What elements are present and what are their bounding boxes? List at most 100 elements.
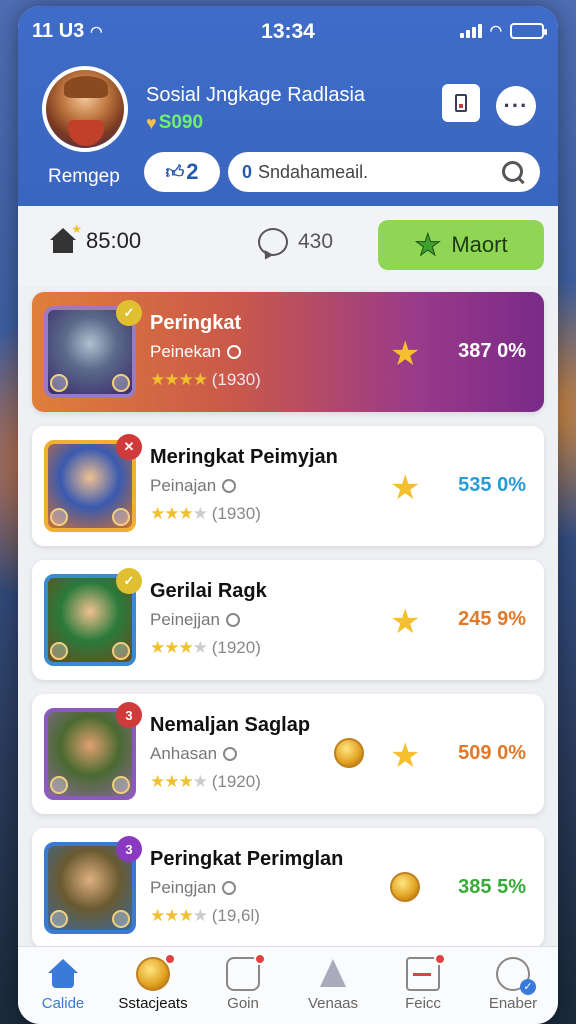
tab-calide[interactable]: Calide [18,947,108,1024]
page-title: Sosial Jngkage Radlasia [146,84,366,106]
card-percent: 245 9% [458,608,526,630]
wifi-icon: ◠ [489,22,502,38]
notification-dot [254,953,266,965]
star-icon: ★ [390,469,421,507]
info-icon[interactable] [225,613,240,627]
card-subtitle-text: Anhasan [150,744,218,763]
tab-sstacjeats[interactable]: Sstacjeats [108,947,198,1024]
bottom-tab-bar: Calide Sstacjeats Goin Venaas Feicc Enab… [18,946,558,1024]
stats-row: ★ 85:00 430 ★ Maort [18,206,558,286]
info-icon[interactable] [222,479,237,493]
card-percent: 535 0% [458,474,526,496]
search-bar[interactable]: 0 [228,152,540,192]
more-options-button[interactable]: ··· [496,86,536,126]
level-badge-button[interactable]: 👍︎ 2 [144,152,220,192]
thumbs-up-icon: 👍︎ [165,162,185,182]
character-thumbnail: 3 [44,836,142,934]
card-subtitle: Peingjan [150,878,237,898]
tab-venaas[interactable]: Venaas [288,947,378,1024]
tab-label: Calide [41,995,85,1012]
status-right: ◠ [459,22,547,39]
corner-icon [50,642,68,660]
info-icon[interactable] [222,881,237,895]
coin-balance: ♥ S090 [146,112,203,134]
card-subtitle: Anhasan [150,744,238,764]
info-icon[interactable] [223,747,238,761]
avatar[interactable] [42,66,128,152]
badge-icon: ✕ [116,434,142,460]
card-percent: 387 0% [458,340,526,362]
heart-icon: ♥ [146,112,157,133]
rating-stars-icon: ★★★★ [150,772,208,791]
card-subtitle-text: Peinekan [150,342,221,361]
character-thumbnail: 3 [44,702,142,800]
mark-button[interactable]: ★ Maort [378,220,544,270]
user-icon [496,957,536,995]
badge-icon: 3 [116,836,142,862]
list-item[interactable]: ✕ Meringkat Peimyjan Peinajan ★★★★ (1930… [32,426,544,546]
card-rating: ★★★★ (19,6l) [150,906,260,926]
tab-enaber[interactable]: Enaber [468,947,558,1024]
search-prefix: 0 [242,161,253,182]
rating-count: (1930) [211,370,261,389]
chat-icon [258,228,288,256]
header: 11 U3 ◠ 13:34 ◠ Sosial Jngkage Radlasia … [18,6,558,206]
list-item[interactable]: ✓ Gerilai Ragk Peinejjan ★★★★ (1920) ★ 2… [32,560,544,680]
mark-button-label: Maort [451,232,508,257]
rating-stars-icon: ★★★★ [150,504,208,523]
status-bar: 11 U3 ◠ 13:34 ◠ [18,20,558,44]
rating-count: (19,6l) [211,906,260,925]
corner-icon [112,374,130,392]
info-icon[interactable] [226,345,241,359]
corner-icon [50,776,68,794]
home-stat-value: 85:00 [86,228,142,253]
signal-icon [459,23,482,38]
messages-stat[interactable]: 430 [258,228,333,256]
coin-balance-value: S090 [158,112,204,133]
corner-icon [112,642,130,660]
coin-icon [334,738,364,768]
rating-stars-icon: ★★★★ [150,906,208,925]
rating-stars-icon: ★★★★ [150,638,208,657]
list-item[interactable]: 3 Peringkat Perimglan Peingjan ★★★★ (19,… [32,828,544,948]
card-subtitle: Peinajan [150,476,237,496]
search-icon[interactable] [500,159,526,185]
card-title: Meringkat Peimyjan [150,446,338,468]
tab-goin[interactable]: Goin [198,947,288,1024]
home-icon [46,957,80,991]
list-item[interactable]: ✓ Peringkat Peinekan ★★★★ (1930) ★ 387 0… [32,292,544,412]
card-rating: ★★★★ (1920) [150,772,261,792]
card-subtitle-text: Peinajan [150,476,217,495]
star-icon: ★ [390,335,421,373]
list-item[interactable]: 3 Nemaljan Saglap Anhasan ★★★★ (1920) ★ … [32,694,544,814]
tab-label: Goin [227,995,259,1012]
level-badge-value: 2 [186,159,199,184]
card-subtitle-text: Peinejjan [150,610,220,629]
corner-icon [50,374,68,392]
corner-icon [112,508,130,526]
username: Remgep [48,166,120,187]
search-input[interactable] [258,161,494,183]
character-thumbnail: ✕ [44,434,142,532]
character-thumbnail: ✓ [44,568,142,666]
card-percent: 509 0% [458,742,526,764]
corner-icon [112,910,130,928]
card-subtitle-text: Peingjan [150,878,217,897]
card-title: Peringkat Perimglan [150,848,344,870]
card-subtitle: Peinekan [150,342,241,362]
tab-label: Venaas [307,995,359,1012]
inventory-button[interactable] [442,84,480,122]
badge-icon: ✓ [116,568,142,594]
leaderboard-list: ✓ Peringkat Peinekan ★★★★ (1930) ★ 387 0… [32,292,544,962]
rating-count: (1920) [211,772,261,791]
notification-dot [434,953,446,965]
card-rating: ★★★★ (1930) [150,370,261,390]
card-rating: ★★★★ (1930) [150,504,261,524]
card-title: Nemaljan Saglap [150,714,311,736]
star-icon: ★ [390,737,421,775]
tab-label: Sstacjeats [118,995,188,1012]
rating-count: (1920) [211,638,261,657]
tab-feicc[interactable]: Feicc [378,947,468,1024]
messages-stat-value: 430 [298,230,334,253]
home-stat: ★ 85:00 [50,222,142,254]
